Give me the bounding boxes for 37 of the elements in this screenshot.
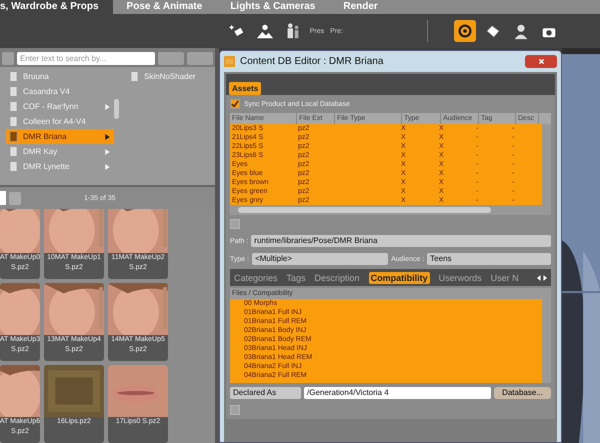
folder-item[interactable]: DMR Briana: [6, 129, 114, 144]
path-field[interactable]: runtime/libraries/Pose/DMR Briana: [251, 235, 551, 247]
workspace-tab[interactable]: Render: [329, 0, 392, 14]
tab[interactable]: Tags: [286, 272, 306, 282]
pose-icon[interactable]: [454, 20, 476, 42]
file-icon: [9, 116, 18, 127]
tab[interactable]: Userwords: [438, 272, 482, 282]
workspace-tab[interactable]: Lights & Cameras: [216, 0, 330, 14]
close-button[interactable]: [525, 55, 557, 68]
tab[interactable]: Categories: [234, 272, 278, 282]
audience-dropdown[interactable]: Teens: [427, 253, 551, 265]
compatibility-field[interactable]: /Generation4/Victoria 4: [304, 387, 492, 399]
file-icon: [9, 71, 18, 82]
window-title: Content DB Editor : DMR Briana: [240, 56, 384, 67]
app-icon: [224, 56, 235, 67]
tab[interactable]: User N: [490, 272, 519, 282]
file-icon: [9, 161, 18, 172]
file-icon: [9, 146, 18, 157]
page-field[interactable]: [0, 191, 6, 205]
search-field[interactable]: Enter text to search by...: [17, 52, 155, 65]
checkbox[interactable]: [230, 99, 240, 109]
assets-tab[interactable]: Assets: [229, 82, 262, 95]
scrollbar[interactable]: [114, 99, 119, 119]
close-icon: [538, 58, 544, 65]
scrollbar[interactable]: [238, 207, 491, 213]
file-icon: [9, 131, 18, 142]
database-button[interactable]: Database...: [494, 387, 551, 399]
file-icon: [9, 101, 18, 112]
type-dropdown[interactable]: <Multiple>: [252, 253, 388, 265]
tab-scroll-icon[interactable]: [537, 274, 547, 280]
file-icon: [130, 71, 139, 82]
declared-dropdown[interactable]: Declared As: [230, 387, 301, 399]
tab[interactable]: Description: [314, 272, 360, 282]
workspace-tab[interactable]: Pose & Animate: [112, 0, 216, 14]
workspace-tab[interactable]: s, Wardrobe & Props: [0, 0, 113, 14]
tab[interactable]: Compatibility: [368, 272, 430, 284]
file-icon: [9, 86, 18, 97]
